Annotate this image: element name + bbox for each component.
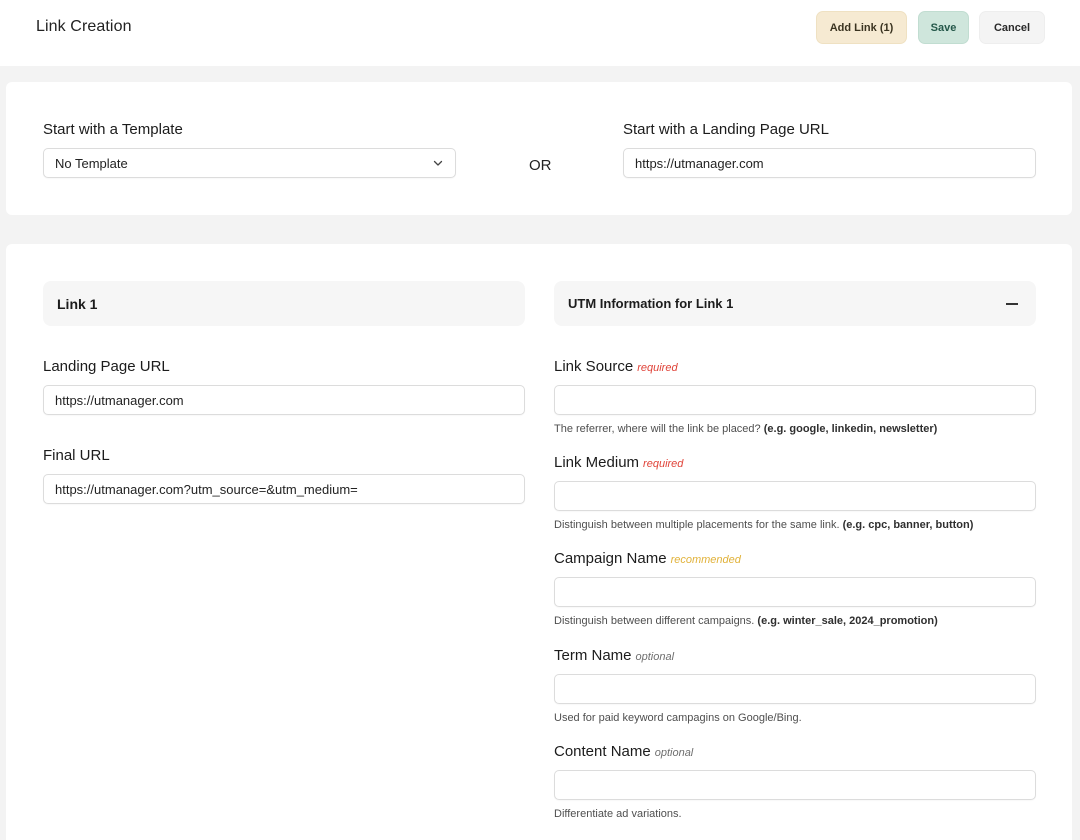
link-section-header: Link 1 (43, 281, 525, 326)
start-landing-value: https://utmanager.com (635, 155, 764, 171)
top-bar: Link Creation Add Link (1) Save Cancel (0, 0, 1080, 66)
optional-tag: optional (635, 651, 675, 663)
cancel-button[interactable]: Cancel (979, 11, 1045, 44)
link-medium-label: Link Medium required (554, 454, 683, 471)
chevron-down-icon (433, 160, 443, 166)
template-select[interactable]: No Template (43, 148, 456, 178)
final-url-label: Final URL (43, 447, 110, 464)
content-name-label-text: Content Name (554, 743, 651, 760)
minus-icon[interactable] (1006, 303, 1018, 305)
content-name-help: Differentiate ad variations. (554, 808, 682, 820)
optional-tag: optional (654, 747, 694, 759)
link-medium-help-text: Distinguish between multiple placements … (554, 519, 840, 531)
start-landing-label: Start with a Landing Page URL (623, 121, 829, 138)
link-medium-example: (e.g. cpc, banner, button) (842, 519, 974, 531)
link-source-label-text: Link Source (554, 358, 634, 375)
or-divider: OR (529, 157, 552, 174)
landing-url-label: Landing Page URL (43, 358, 170, 375)
link-medium-help: Distinguish between multiple placements … (554, 519, 973, 531)
link-medium-input[interactable] (554, 481, 1036, 511)
add-link-button[interactable]: Add Link (1) (816, 11, 907, 44)
link-source-example: (e.g. google, linkedin, newsletter) (763, 423, 938, 435)
content-name-label: Content Name optional (554, 743, 693, 760)
link-card (6, 244, 1072, 840)
campaign-name-label-text: Campaign Name (554, 550, 667, 567)
page-title: Link Creation (36, 18, 132, 35)
term-name-label: Term Name optional (554, 647, 674, 664)
utm-section-header[interactable]: UTM Information for Link 1 (554, 281, 1036, 326)
link-source-input[interactable] (554, 385, 1036, 415)
campaign-name-input[interactable] (554, 577, 1036, 607)
save-button[interactable]: Save (918, 11, 969, 44)
term-name-help-text: Used for paid keyword campagins on Googl… (554, 712, 802, 724)
required-tag: required (637, 362, 678, 374)
campaign-name-help-text: Distinguish between different campaigns. (554, 615, 755, 627)
term-name-label-text: Term Name (554, 647, 632, 664)
link-section-title: Link 1 (57, 295, 98, 312)
link-source-label: Link Source required (554, 358, 678, 375)
landing-url-value: https://utmanager.com (55, 392, 184, 408)
term-name-input[interactable] (554, 674, 1036, 704)
content-name-help-text: Differentiate ad variations. (554, 808, 682, 820)
required-tag: required (643, 458, 684, 470)
landing-url-input[interactable]: https://utmanager.com (43, 385, 525, 415)
template-select-value: No Template (55, 155, 128, 171)
term-name-help: Used for paid keyword campagins on Googl… (554, 712, 802, 724)
final-url-value: https://utmanager.com?utm_source=&utm_me… (55, 481, 358, 497)
link-source-help-text: The referrer, where will the link be pla… (554, 423, 761, 435)
campaign-name-label: Campaign Name recommended (554, 550, 741, 567)
utm-section-title: UTM Information for Link 1 (568, 296, 734, 311)
final-url-input[interactable]: https://utmanager.com?utm_source=&utm_me… (43, 474, 525, 504)
link-medium-label-text: Link Medium (554, 454, 640, 471)
link-source-help: The referrer, where will the link be pla… (554, 423, 937, 435)
campaign-name-example: (e.g. winter_sale, 2024_promotion) (757, 615, 938, 627)
campaign-name-help: Distinguish between different campaigns.… (554, 615, 938, 627)
recommended-tag: recommended (670, 554, 741, 566)
start-landing-input[interactable]: https://utmanager.com (623, 148, 1036, 178)
template-label: Start with a Template (43, 121, 183, 138)
content-name-input[interactable] (554, 770, 1036, 800)
